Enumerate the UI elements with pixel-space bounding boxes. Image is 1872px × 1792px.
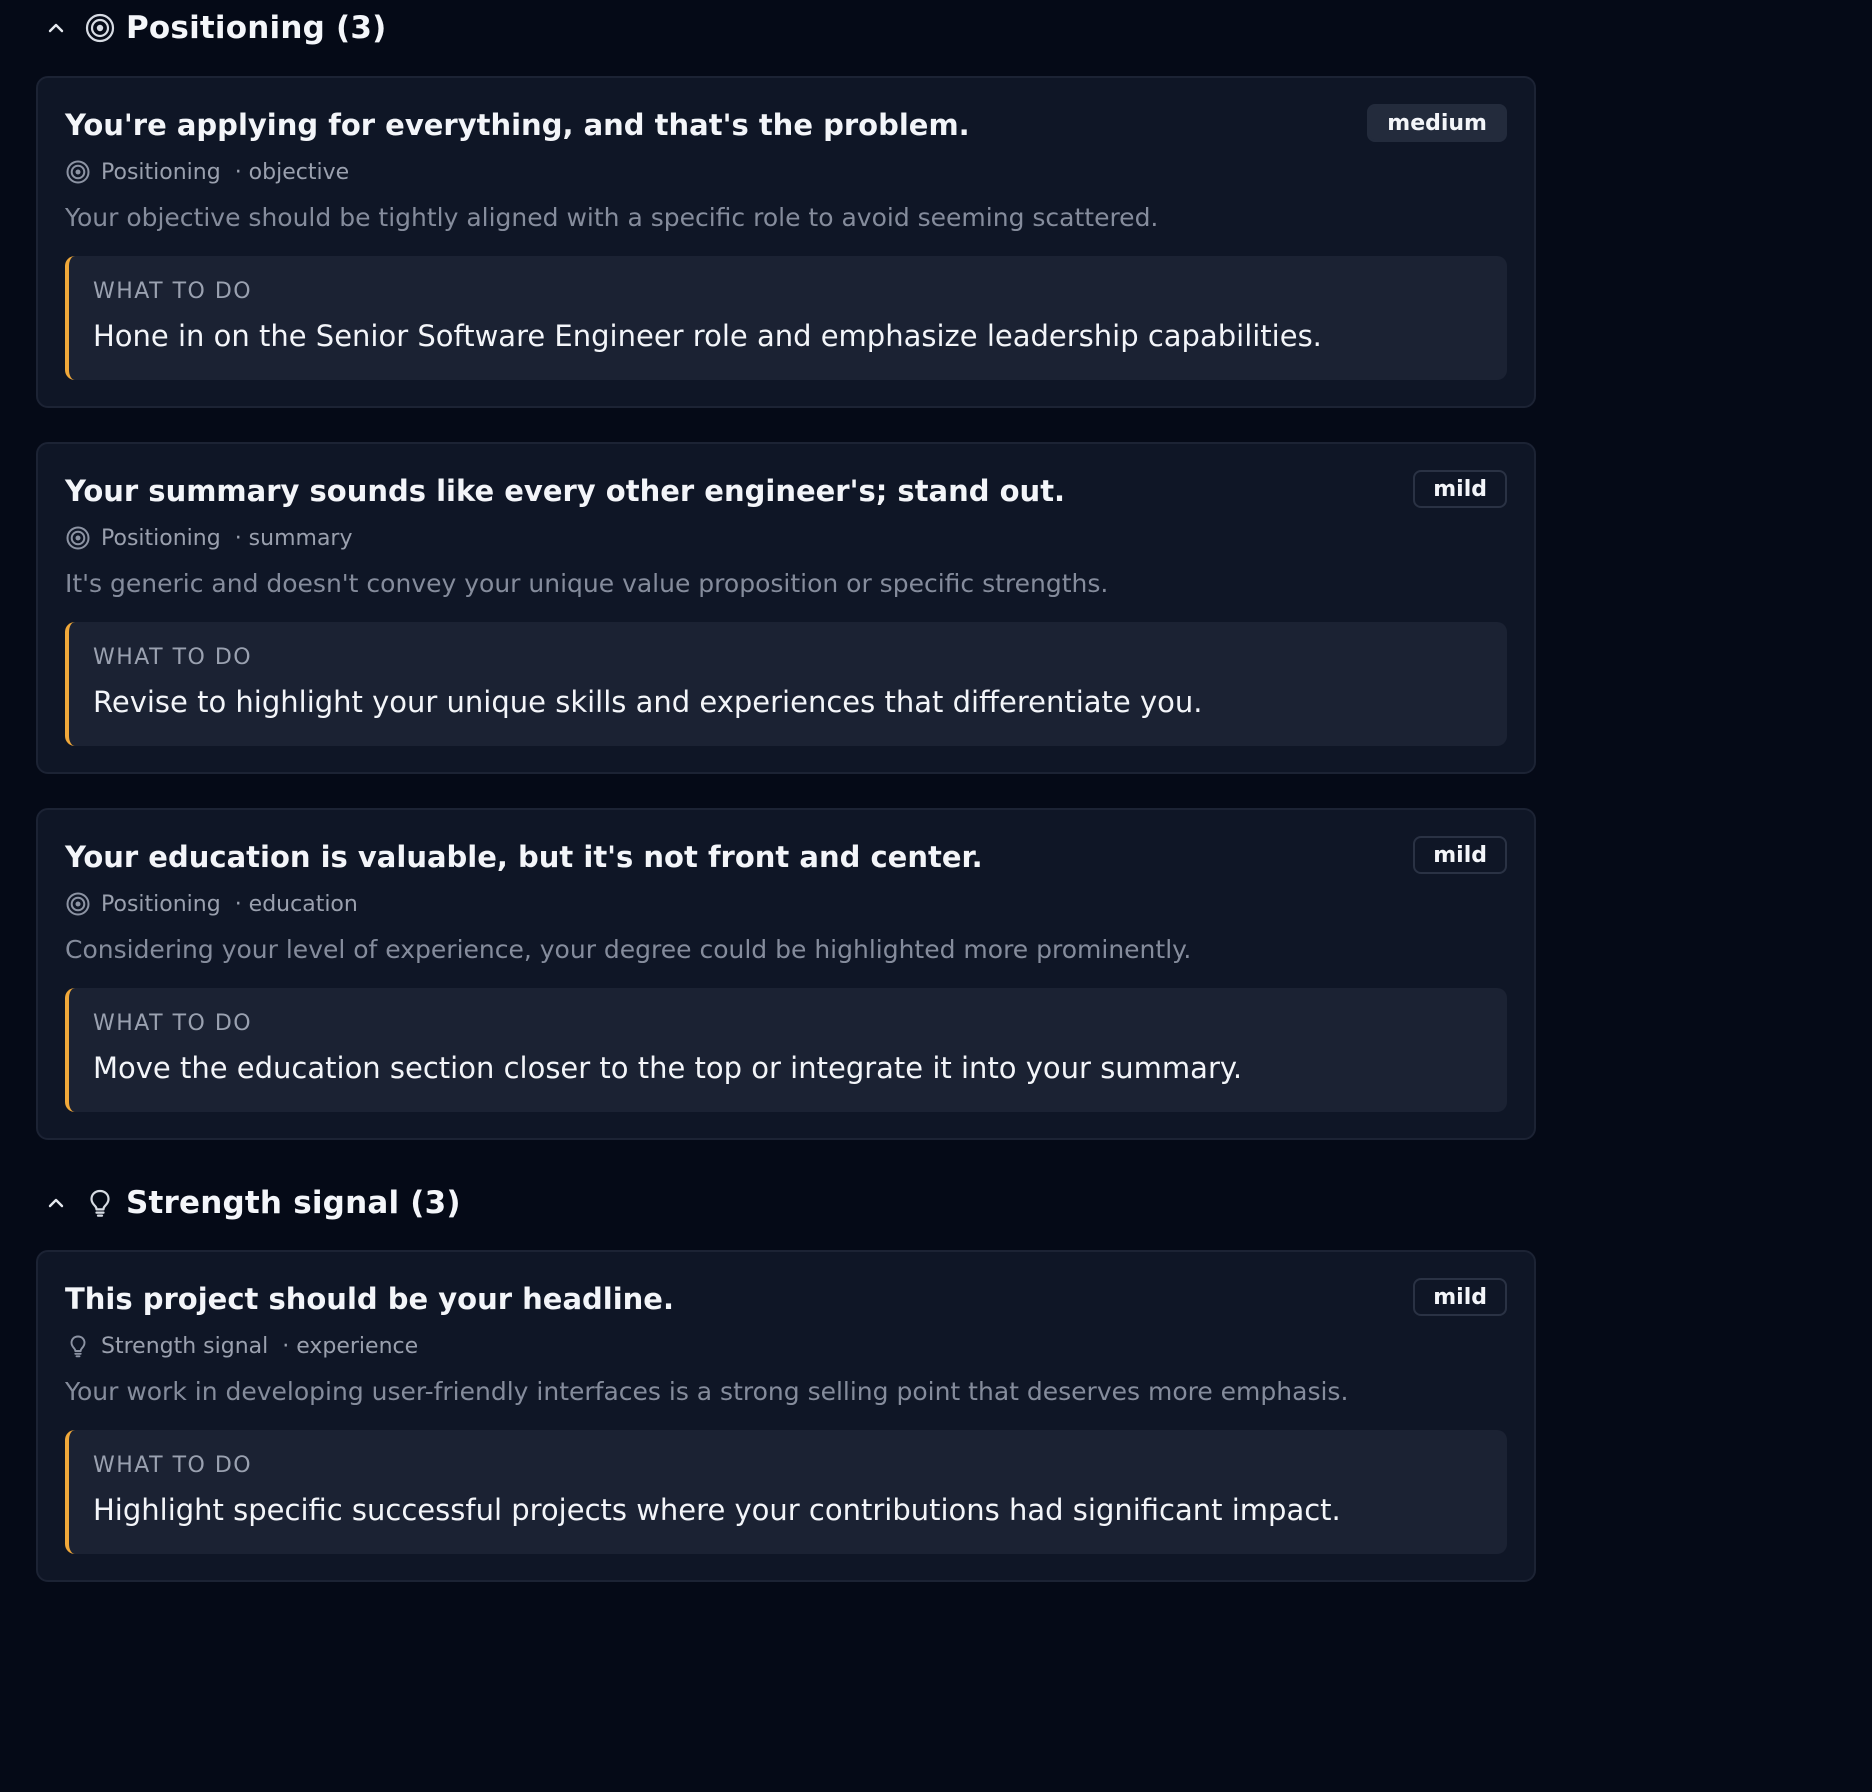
- category-label: Positioning: [101, 891, 221, 917]
- what-to-do-box: WHAT TO DO Move the education section cl…: [65, 988, 1507, 1112]
- card-title: Your summary sounds like every other eng…: [65, 474, 1066, 508]
- card-meta: Strength signal · experience: [65, 1330, 1507, 1362]
- severity-badge: mild: [1413, 470, 1507, 508]
- feedback-card: This project should be your headline. mi…: [36, 1250, 1536, 1582]
- card-description: Considering your level of experience, yo…: [65, 935, 1192, 964]
- target-icon: [65, 525, 91, 551]
- feedback-card: You're applying for everything, and that…: [36, 76, 1536, 408]
- severity-badge: mild: [1413, 836, 1507, 874]
- card-meta: Positioning · summary: [65, 522, 1507, 554]
- what-to-do-box: WHAT TO DO Highlight specific successful…: [65, 1430, 1507, 1554]
- card-description: Your objective should be tightly aligned…: [65, 203, 1159, 232]
- feedback-page: Positioning (3) You're applying for ever…: [0, 0, 1568, 1582]
- what-to-do-label: WHAT TO DO: [93, 1453, 253, 1478]
- card-title: Your education is valuable, but it's not…: [65, 840, 983, 874]
- card-meta: Positioning · education: [65, 888, 1507, 920]
- target-icon: [84, 12, 116, 44]
- section-positioning: Positioning (3) You're applying for ever…: [0, 0, 1568, 1140]
- feedback-card: Your summary sounds like every other eng…: [36, 442, 1536, 774]
- lightbulb-icon: [84, 1187, 116, 1219]
- card-title: You're applying for everything, and that…: [65, 108, 970, 142]
- card-meta: Positioning · objective: [65, 156, 1507, 188]
- field-label: · objective: [234, 159, 350, 185]
- severity-badge: medium: [1367, 104, 1507, 142]
- field-label: · education: [234, 891, 358, 917]
- section-header-positioning[interactable]: Positioning (3): [0, 0, 1568, 56]
- section-title: Positioning (3): [126, 10, 387, 46]
- lightbulb-icon: [65, 1333, 91, 1359]
- category-label: Positioning: [101, 159, 221, 185]
- card-description: It's generic and doesn't convey your uni…: [65, 569, 1109, 598]
- section-header-strength-signal[interactable]: Strength signal (3): [0, 1172, 1568, 1234]
- target-icon: [65, 159, 91, 185]
- what-to-do-text: Revise to highlight your unique skills a…: [93, 685, 1203, 719]
- category-label: Strength signal: [101, 1333, 269, 1359]
- target-icon: [65, 891, 91, 917]
- what-to-do-text: Hone in on the Senior Software Engineer …: [93, 319, 1322, 353]
- card-description: Your work in developing user-friendly in…: [65, 1377, 1349, 1406]
- what-to-do-box: WHAT TO DO Hone in on the Senior Softwar…: [65, 256, 1507, 380]
- card-title: This project should be your headline.: [65, 1282, 674, 1316]
- field-label: · summary: [234, 525, 353, 551]
- chevron-up-icon[interactable]: [44, 16, 68, 40]
- what-to-do-text: Highlight specific successful projects w…: [93, 1493, 1341, 1527]
- what-to-do-label: WHAT TO DO: [93, 645, 253, 670]
- severity-badge: mild: [1413, 1278, 1507, 1316]
- what-to-do-text: Move the education section closer to the…: [93, 1051, 1243, 1085]
- what-to-do-label: WHAT TO DO: [93, 1011, 253, 1036]
- feedback-card: Your education is valuable, but it's not…: [36, 808, 1536, 1140]
- what-to-do-label: WHAT TO DO: [93, 279, 253, 304]
- category-label: Positioning: [101, 525, 221, 551]
- section-strength-signal: Strength signal (3) This project should …: [0, 1172, 1568, 1582]
- what-to-do-box: WHAT TO DO Revise to highlight your uniq…: [65, 622, 1507, 746]
- chevron-up-icon[interactable]: [44, 1191, 68, 1215]
- field-label: · experience: [282, 1333, 419, 1359]
- section-title: Strength signal (3): [126, 1185, 461, 1221]
